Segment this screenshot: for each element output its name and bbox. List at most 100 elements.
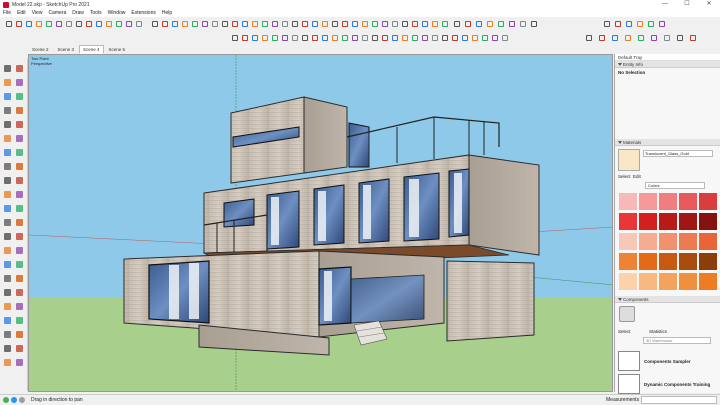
color-swatch[interactable] xyxy=(699,193,717,210)
style-tool-icon[interactable] xyxy=(370,19,380,29)
style-tool-icon[interactable] xyxy=(440,19,450,29)
solid-tool-icon[interactable] xyxy=(320,33,330,43)
main-tool-icon[interactable] xyxy=(44,19,54,29)
solid-tool-icon[interactable] xyxy=(420,33,430,43)
style-tool-icon[interactable] xyxy=(430,19,440,29)
color-swatch[interactable] xyxy=(699,273,717,290)
user-icon[interactable] xyxy=(19,397,25,403)
menu-draw[interactable]: Draw xyxy=(72,10,84,16)
style-tool-icon[interactable] xyxy=(420,19,430,29)
draw-tool-icon[interactable] xyxy=(14,119,25,130)
window-tool-icon[interactable] xyxy=(602,19,612,29)
extension-tool-icon[interactable] xyxy=(649,33,659,43)
color-swatch[interactable] xyxy=(699,233,717,250)
color-swatch[interactable] xyxy=(659,213,677,230)
color-swatch[interactable] xyxy=(639,193,657,210)
list-item[interactable]: Components Sampler xyxy=(618,351,710,371)
main-tool-icon[interactable] xyxy=(114,19,124,29)
view-tool-icon[interactable] xyxy=(300,19,310,29)
draw-tool-icon[interactable] xyxy=(2,203,13,214)
color-swatch[interactable] xyxy=(659,233,677,250)
view-tool-icon[interactable] xyxy=(260,19,270,29)
geo-location-icon[interactable] xyxy=(3,397,9,403)
view-tool-icon[interactable] xyxy=(250,19,260,29)
solid-tool-icon[interactable] xyxy=(260,33,270,43)
solid-tool-icon[interactable] xyxy=(390,33,400,43)
main-tool-icon[interactable] xyxy=(4,19,14,29)
draw-tool-icon[interactable] xyxy=(14,231,25,242)
style-tool-icon[interactable] xyxy=(330,19,340,29)
window-tool-icon[interactable] xyxy=(657,19,667,29)
minimize-button[interactable]: — xyxy=(654,0,676,9)
menu-window[interactable]: Window xyxy=(108,10,126,16)
style-tool-icon[interactable] xyxy=(340,19,350,29)
draw-tool-icon[interactable] xyxy=(2,329,13,340)
draw-tool-icon[interactable] xyxy=(2,133,13,144)
solid-tool-icon[interactable] xyxy=(410,33,420,43)
section-tool-icon[interactable] xyxy=(496,19,506,29)
view-tool-icon[interactable] xyxy=(180,19,190,29)
color-swatch[interactable] xyxy=(659,273,677,290)
main-tool-icon[interactable] xyxy=(84,19,94,29)
draw-tool-icon[interactable] xyxy=(14,273,25,284)
color-swatch[interactable] xyxy=(619,233,637,250)
color-swatch[interactable] xyxy=(619,253,637,270)
view-tool-icon[interactable] xyxy=(320,19,330,29)
color-swatch[interactable] xyxy=(659,193,677,210)
draw-tool-icon[interactable] xyxy=(14,189,25,200)
extension-tool-icon[interactable] xyxy=(610,33,620,43)
color-swatch[interactable] xyxy=(639,233,657,250)
solid-tool-icon[interactable] xyxy=(360,33,370,43)
entity-info-header[interactable]: Entity Info xyxy=(615,61,720,68)
draw-tool-icon[interactable] xyxy=(2,77,13,88)
tab-scene-2[interactable]: Scene 2 xyxy=(28,45,53,54)
main-tool-icon[interactable] xyxy=(14,19,24,29)
solid-tool-icon[interactable] xyxy=(230,33,240,43)
view-tool-icon[interactable] xyxy=(190,19,200,29)
menu-view[interactable]: View xyxy=(32,10,43,16)
main-tool-icon[interactable] xyxy=(54,19,64,29)
view-tool-icon[interactable] xyxy=(240,19,250,29)
extension-tool-icon[interactable] xyxy=(597,33,607,43)
solid-tool-icon[interactable] xyxy=(350,33,360,43)
solid-tool-icon[interactable] xyxy=(450,33,460,43)
solid-tool-icon[interactable] xyxy=(490,33,500,43)
main-tool-icon[interactable] xyxy=(104,19,114,29)
view-tool-icon[interactable] xyxy=(160,19,170,29)
draw-tool-icon[interactable] xyxy=(2,147,13,158)
solid-tool-icon[interactable] xyxy=(250,33,260,43)
style-tool-icon[interactable] xyxy=(350,19,360,29)
section-tool-icon[interactable] xyxy=(463,19,473,29)
draw-tool-icon[interactable] xyxy=(2,231,13,242)
extension-tool-icon[interactable] xyxy=(623,33,633,43)
solid-tool-icon[interactable] xyxy=(280,33,290,43)
solid-tool-icon[interactable] xyxy=(340,33,350,43)
solid-tool-icon[interactable] xyxy=(400,33,410,43)
main-tool-icon[interactable] xyxy=(24,19,34,29)
extension-tool-icon[interactable] xyxy=(675,33,685,43)
measurements-input[interactable] xyxy=(641,396,717,404)
materials-tab-select[interactable]: Select xyxy=(618,174,631,179)
color-swatch[interactable] xyxy=(619,213,637,230)
maximize-button[interactable]: ☐ xyxy=(676,0,698,9)
solid-tool-icon[interactable] xyxy=(480,33,490,43)
components-tab-statistics[interactable]: Statistics xyxy=(649,329,667,334)
draw-tool-icon[interactable] xyxy=(2,259,13,270)
extension-tool-icon[interactable] xyxy=(688,33,698,43)
menu-camera[interactable]: Camera xyxy=(48,10,66,16)
view-tool-icon[interactable] xyxy=(290,19,300,29)
draw-tool-icon[interactable] xyxy=(14,91,25,102)
main-tool-icon[interactable] xyxy=(94,19,104,29)
main-tool-icon[interactable] xyxy=(74,19,84,29)
draw-tool-icon[interactable] xyxy=(14,77,25,88)
solid-tool-icon[interactable] xyxy=(380,33,390,43)
extension-tool-icon[interactable] xyxy=(636,33,646,43)
solid-tool-icon[interactable] xyxy=(270,33,280,43)
color-swatch[interactable] xyxy=(679,193,697,210)
solid-tool-icon[interactable] xyxy=(440,33,450,43)
color-swatch[interactable] xyxy=(679,233,697,250)
window-tool-icon[interactable] xyxy=(635,19,645,29)
draw-tool-icon[interactable] xyxy=(2,175,13,186)
draw-tool-icon[interactable] xyxy=(14,217,25,228)
extension-tool-icon[interactable] xyxy=(662,33,672,43)
